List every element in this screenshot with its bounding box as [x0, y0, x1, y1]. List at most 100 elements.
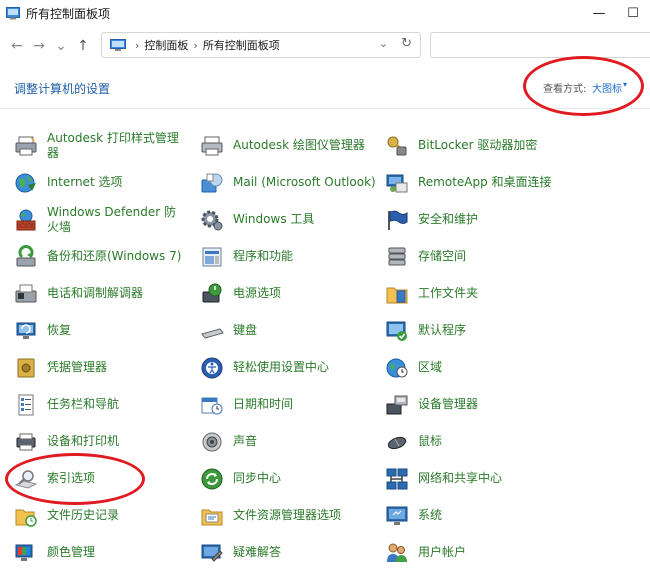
item-internet-options[interactable]: Internet 选项 — [14, 164, 122, 201]
safe-icon — [17, 358, 35, 377]
up-button[interactable]: ↑ — [72, 35, 94, 57]
back-button[interactable]: ← — [6, 35, 28, 57]
item-ease-of-access[interactable]: 轻松使用设置中心 — [200, 349, 329, 386]
item-windows-tools[interactable]: Windows 工具 — [200, 201, 314, 238]
indexing-magnifier-icon — [14, 469, 38, 489]
item-label: Mail (Microsoft Outlook) — [233, 175, 376, 189]
view-by-label: 查看方式: — [543, 84, 587, 95]
item-label: 区域 — [418, 360, 443, 374]
header-divider — [0, 108, 650, 109]
forward-button[interactable]: → — [28, 35, 50, 57]
mail-icon — [201, 173, 223, 192]
item-power-options[interactable]: 电源选项 — [200, 275, 281, 312]
item-label: 网络和共享中心 — [418, 471, 503, 485]
item-label: 同步中心 — [233, 471, 282, 485]
item-storage-spaces[interactable]: 存储空间 — [385, 238, 466, 275]
item-label: 电话和调制解调器 — [47, 286, 144, 300]
item-device-manager[interactable]: 设备管理器 — [385, 386, 478, 423]
item-remoteapp[interactable]: RemoteApp 和桌面连接 — [385, 164, 552, 201]
item-network-sharing-center[interactable]: 网络和共享中心 — [385, 460, 502, 497]
sync-icon — [201, 468, 223, 489]
item-troubleshooting[interactable]: 疑难解答 — [200, 534, 281, 570]
item-recovery[interactable]: 恢复 — [14, 312, 71, 349]
item-mail-outlook[interactable]: Mail (Microsoft Outlook) — [200, 164, 376, 201]
window-title: 所有控制面板项 — [26, 6, 111, 21]
item-label: 默认程序 — [418, 323, 467, 337]
item-label: 存储空间 — [418, 249, 467, 263]
item-indexing-options[interactable]: 索引选项 — [14, 460, 95, 497]
item-label: 索引选项 — [47, 471, 96, 485]
title-bar: 所有控制面板项 — ☐ — [0, 0, 650, 26]
remote-desktop-icon — [386, 174, 408, 192]
address-dropdown-icon[interactable]: ⌄ — [379, 37, 388, 50]
item-label: 恢复 — [47, 323, 72, 337]
power-icon — [202, 283, 222, 302]
item-devices-printers[interactable]: 设备和打印机 — [14, 423, 119, 460]
item-label: Windows Defender 防火墙 — [47, 204, 176, 234]
item-phone-modem[interactable]: 电话和调制解调器 — [14, 275, 143, 312]
key-lock-icon — [387, 136, 407, 155]
item-label: 文件历史记录 — [47, 508, 120, 522]
item-work-folders[interactable]: 工作文件夹 — [385, 275, 478, 312]
item-windows-defender-firewall[interactable]: Windows Defender 防火墙 — [14, 201, 187, 238]
item-label: 键盘 — [233, 323, 258, 337]
item-label: 设备和打印机 — [47, 434, 120, 448]
mouse-icon — [387, 436, 407, 449]
speaker-icon — [202, 432, 222, 451]
item-backup-restore[interactable]: 备份和还原(Windows 7) — [14, 238, 181, 275]
item-file-history[interactable]: 文件历史记录 — [14, 497, 119, 534]
item-label: RemoteApp 和桌面连接 — [418, 175, 552, 189]
network-icon — [386, 468, 408, 489]
firewall-icon — [16, 209, 36, 230]
accessibility-icon — [201, 357, 223, 378]
recent-locations-button[interactable]: ⌄ — [50, 35, 72, 57]
troubleshoot-icon — [201, 544, 223, 562]
item-sound[interactable]: 声音 — [200, 423, 257, 460]
item-user-accounts[interactable]: 用户帐户 — [385, 534, 466, 570]
item-bitlocker[interactable]: BitLocker 驱动器加密 — [385, 127, 537, 164]
programs-icon — [202, 247, 222, 266]
item-taskbar-navigation[interactable]: 任务栏和导航 — [14, 386, 119, 423]
taskbar-icon — [18, 394, 34, 415]
arrow-right-icon: → — [33, 38, 45, 54]
item-label: BitLocker 驱动器加密 — [418, 138, 538, 152]
item-autodesk-plot-style-manager[interactable]: Autodesk 打印样式管理器 — [14, 127, 187, 164]
item-label: Autodesk 打印样式管理器 — [47, 130, 179, 160]
item-label: 电源选项 — [233, 286, 282, 300]
item-keyboard[interactable]: 键盘 — [200, 312, 257, 349]
item-file-explorer-options[interactable]: 文件资源管理器选项 — [200, 497, 341, 534]
keyboard-icon — [201, 327, 224, 339]
item-sync-center[interactable]: 同步中心 — [200, 460, 281, 497]
item-label: 工作文件夹 — [418, 286, 479, 300]
item-label: 程序和功能 — [233, 249, 294, 263]
maximize-button[interactable]: ☐ — [616, 0, 650, 26]
item-system[interactable]: 系统 — [385, 497, 442, 534]
breadcrumb-all-items[interactable]: 所有控制面板项 — [203, 37, 280, 53]
caret-down-icon[interactable]: ▾ — [623, 80, 627, 89]
search-input[interactable] — [430, 32, 650, 58]
minimize-button[interactable]: — — [582, 0, 616, 26]
item-autodesk-plotter-manager[interactable]: Autodesk 绘图仪管理器 — [200, 127, 365, 164]
backup-icon — [16, 244, 36, 266]
item-credential-manager[interactable]: 凭据管理器 — [14, 349, 107, 386]
breadcrumb-control-panel[interactable]: 控制面板 — [144, 37, 188, 53]
item-label: 系统 — [418, 508, 443, 522]
item-security-maintenance[interactable]: 安全和维护 — [385, 201, 478, 238]
arrow-up-icon: ↑ — [77, 38, 89, 54]
item-color-management[interactable]: 颜色管理 — [14, 534, 95, 570]
item-mouse[interactable]: 鼠标 — [385, 423, 442, 460]
address-bar[interactable]: › 控制面板 › 所有控制面板项 ⌄ ↻ — [101, 32, 421, 58]
breadcrumb-separator: › — [193, 38, 198, 52]
system-monitor-icon — [386, 506, 408, 525]
item-label: 凭据管理器 — [47, 360, 108, 374]
arrow-left-icon: ← — [11, 38, 23, 54]
view-by-dropdown[interactable]: 大图标 — [592, 80, 622, 95]
refresh-icon[interactable]: ↻ — [401, 36, 412, 51]
item-date-time[interactable]: 日期和时间 — [200, 386, 293, 423]
item-default-programs[interactable]: 默认程序 — [385, 312, 466, 349]
item-label: 颜色管理 — [47, 545, 96, 559]
item-region[interactable]: 区域 — [385, 349, 442, 386]
item-programs-features[interactable]: 程序和功能 — [200, 238, 293, 275]
chevron-down-icon: ⌄ — [55, 38, 67, 54]
control-panel-icon — [110, 39, 126, 51]
